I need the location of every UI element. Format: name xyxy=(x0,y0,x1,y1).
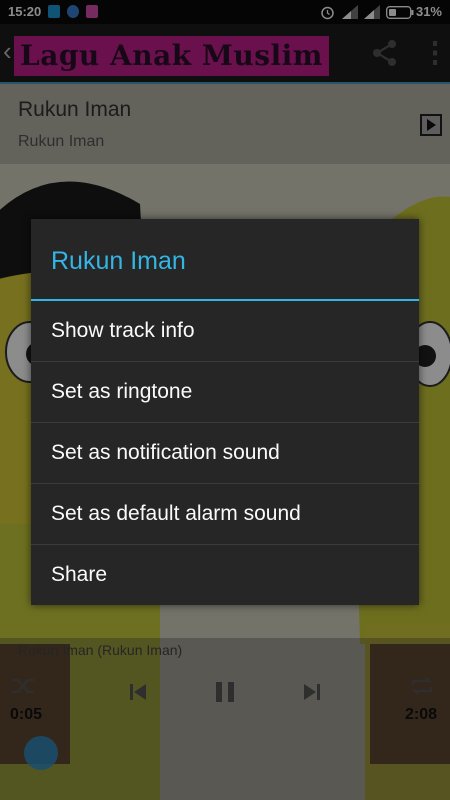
menu-item-label: Share xyxy=(51,563,108,586)
menu-item-label: Show track info xyxy=(51,319,195,342)
menu-item-share[interactable]: Share xyxy=(31,545,419,605)
menu-item-set-ringtone[interactable]: Set as ringtone xyxy=(31,362,419,423)
dialog-menu: Show track info Set as ringtone Set as n… xyxy=(31,301,419,605)
menu-item-set-notification-sound[interactable]: Set as notification sound xyxy=(31,423,419,484)
track-options-dialog: Rukun Iman Show track info Set as ringto… xyxy=(31,219,419,605)
menu-item-label: Set as notification sound xyxy=(51,441,280,464)
menu-item-label: Set as default alarm sound xyxy=(51,502,301,525)
menu-item-label: Set as ringtone xyxy=(51,380,193,403)
dialog-title: Rukun Iman xyxy=(51,247,186,275)
menu-item-set-alarm-sound[interactable]: Set as default alarm sound xyxy=(31,484,419,545)
menu-item-show-track-info[interactable]: Show track info xyxy=(31,301,419,362)
